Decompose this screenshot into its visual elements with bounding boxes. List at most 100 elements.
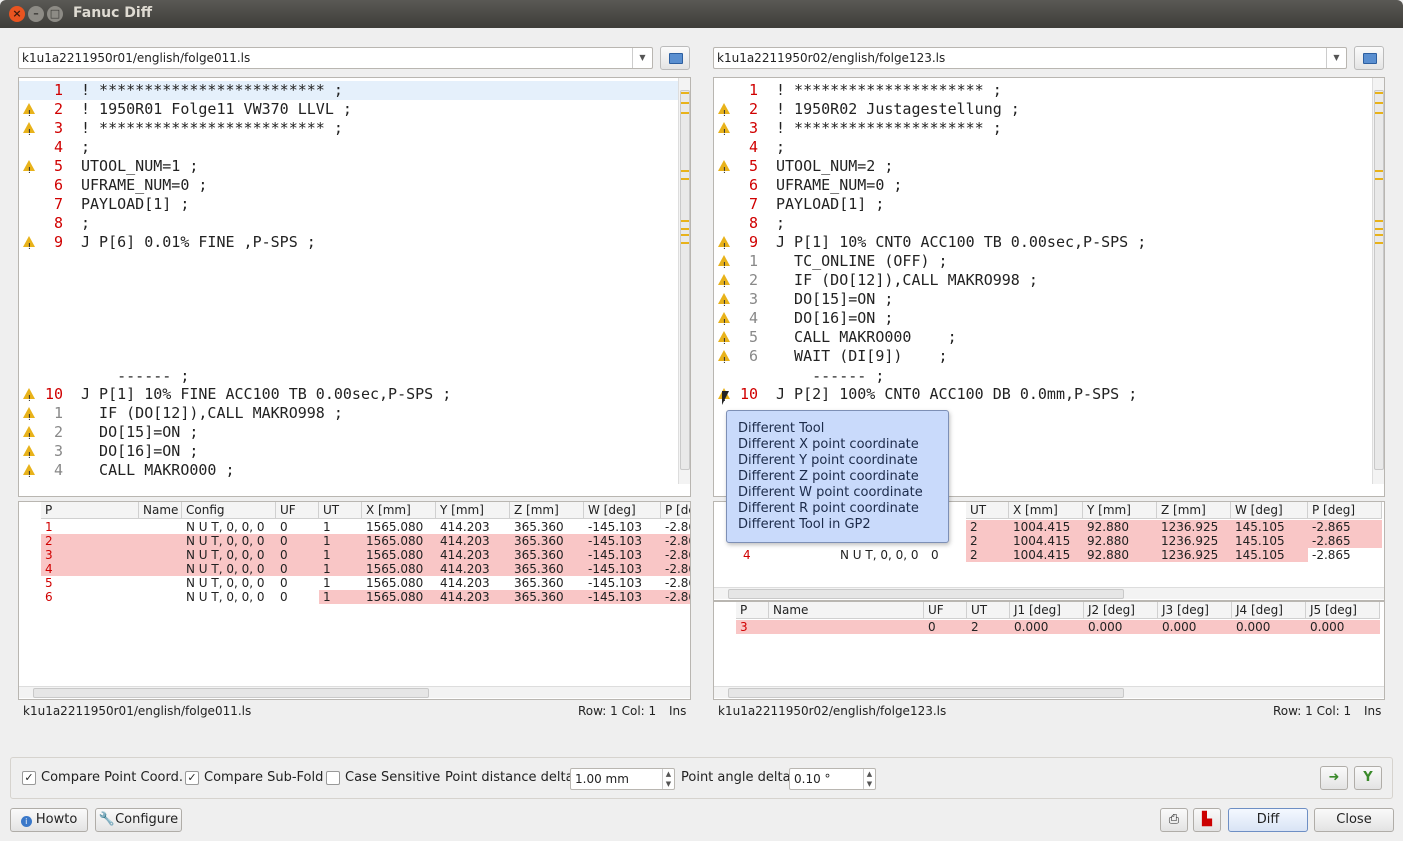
table-header[interactable]: Z [mm] (1157, 502, 1231, 519)
right-status-position: Row: 1 Col: 1 (1273, 704, 1352, 718)
table-cell: -2.865 (665, 520, 690, 534)
howto-button[interactable]: i Howto (10, 808, 88, 832)
right-open-file-button[interactable] (1354, 46, 1384, 70)
diff-marker (1375, 228, 1383, 230)
table-header[interactable]: P [deg] (1308, 502, 1382, 519)
table-header[interactable]: Config (182, 502, 276, 519)
scrollbar-thumb[interactable] (728, 688, 1124, 698)
table-cell: 0 (276, 548, 319, 562)
table-cell: N U T, 0, 0, 0 (186, 590, 265, 604)
horizontal-scrollbar[interactable] (714, 587, 1384, 599)
line-number: 6 (53, 176, 63, 194)
table-header[interactable]: J3 [deg] (1158, 602, 1232, 619)
table-header[interactable]: Name (769, 602, 924, 619)
line-number: 8 (748, 214, 758, 232)
tooltip-line: Different Tool (738, 421, 825, 436)
table-header[interactable]: X [mm] (362, 502, 436, 519)
left-file-combo[interactable]: k1u1a2211950r01/english/folge011.ls ▼ (18, 47, 653, 69)
angle-delta-label: Point angle delta (681, 770, 791, 785)
left-code-editor[interactable]: 1 ! ************************* ; 2 ! 1950R01… (18, 77, 691, 497)
line-number: 4 (748, 138, 758, 156)
compare-point-checkbox[interactable]: ✓ (22, 771, 36, 785)
diff-button[interactable]: Diff (1228, 808, 1308, 832)
table-cell: 365.360 (514, 576, 564, 590)
scrollbar-thumb[interactable] (1374, 90, 1384, 470)
maximize-window-icon[interactable]: □ (47, 6, 63, 22)
table-cell: 0 (276, 562, 319, 576)
table-header[interactable]: J5 [deg] (1306, 602, 1380, 619)
table-header[interactable]: UT (319, 502, 362, 519)
case-sensitive-checkbox[interactable] (326, 771, 340, 785)
code-text: J P[1] 10% FINE ACC100 TB 0.00sec,P-SPS … (81, 385, 452, 404)
close-window-icon[interactable]: × (9, 6, 25, 22)
close-button[interactable]: Close (1314, 808, 1394, 832)
table-cell: N U T, 0, 0, 0 (182, 548, 276, 562)
table-cell: -145.103 (584, 562, 661, 576)
table-header[interactable]: Z [mm] (510, 502, 584, 519)
chevron-down-icon[interactable]: ▼ (632, 48, 652, 68)
table-cell: 2 (967, 620, 1010, 634)
distance-delta-value: 1.00 mm (575, 772, 629, 786)
horizontal-scrollbar[interactable] (19, 686, 690, 698)
left-points-table[interactable]: P Name Config UF UT X [mm] Y [mm] Z [mm] W [deg]… (18, 501, 691, 700)
print-button[interactable]: ⎙ (1160, 808, 1188, 832)
table-header[interactable]: UT (967, 602, 1010, 619)
code-text: J P[6] 0.01% FINE ,P-SPS ; (81, 233, 316, 252)
code-text: DO[16]=ON ; (81, 442, 199, 461)
merge-both-button[interactable]: Y (1354, 766, 1382, 790)
table-header[interactable]: J1 [deg] (1010, 602, 1084, 619)
code-line: 4 DO[16]=ON ; (714, 309, 1384, 332)
table-header[interactable]: J4 [deg] (1232, 602, 1306, 619)
scrollbar-thumb[interactable] (33, 688, 429, 698)
spin-arrows-icon[interactable]: ▲ ▼ (662, 769, 674, 789)
table-header[interactable]: Name (139, 502, 182, 519)
table-header[interactable]: Y [mm] (436, 502, 510, 519)
table-header[interactable]: P (736, 602, 769, 619)
table-header[interactable]: J2 [deg] (1084, 602, 1158, 619)
spin-arrows-icon[interactable]: ▲ ▼ (863, 769, 875, 789)
warning-icon (23, 388, 35, 408)
table-cell: 0.000 (1306, 620, 1380, 634)
merge-right-button[interactable]: ➜ (1320, 766, 1348, 790)
howto-label: Howto (35, 812, 78, 827)
vertical-scrollbar[interactable] (1372, 78, 1384, 484)
chevron-down-icon[interactable]: ▼ (1326, 48, 1346, 68)
table-cell: 1004.415 (1009, 548, 1083, 562)
table-header[interactable]: W [deg] (584, 502, 661, 519)
diff-marker (1375, 102, 1383, 104)
code-text: WAIT (DI[9]) ; (776, 347, 948, 366)
tooltip-line: Different Y point coordinate (738, 453, 918, 468)
code-text: UTOOL_NUM=2 ; (776, 157, 894, 176)
minimize-window-icon[interactable]: – (28, 6, 44, 22)
distance-delta-spinbox[interactable]: 1.00 mm ▲ ▼ (570, 768, 675, 790)
pdf-export-button[interactable]: ▙ (1193, 808, 1221, 832)
table-header[interactable]: P [deg] (661, 502, 690, 519)
diff-marker (1375, 170, 1383, 172)
table-header[interactable]: X [mm] (1009, 502, 1083, 519)
code-text: CALL MAKRO000 ; (81, 461, 235, 480)
configure-button[interactable]: 🔧Configure (95, 808, 182, 832)
code-line: 2 ! 1950R02 Justagestellung ; (714, 100, 1384, 123)
table-header[interactable]: UF (924, 602, 967, 619)
table-cell: 414.203 (440, 520, 490, 534)
scrollbar-thumb[interactable] (728, 589, 1124, 599)
code-line: 9 J P[1] 10% CNT0 ACC100 TB 0.00sec,P-SPS… (714, 233, 1384, 256)
right-joints-table[interactable]: P Name UF UT J1 [deg] J2 [deg] J3 [deg] J4 [deg… (713, 601, 1385, 700)
table-header[interactable]: P (41, 502, 139, 519)
table-cell: -145.103 (588, 576, 642, 590)
angle-delta-spinbox[interactable]: 0.10 ° ▲ ▼ (789, 768, 876, 790)
scrollbar-thumb[interactable] (680, 90, 690, 470)
table-header[interactable]: Y [mm] (1083, 502, 1157, 519)
vertical-scrollbar[interactable] (678, 78, 690, 484)
table-header[interactable]: UF (276, 502, 319, 519)
left-open-file-button[interactable] (660, 46, 690, 70)
right-file-combo[interactable]: k1u1a2211950r02/english/folge123.ls ▼ (713, 47, 1347, 69)
table-header[interactable]: UT (966, 502, 1009, 519)
compare-sub-checkbox[interactable]: ✓ (185, 771, 199, 785)
code-text: CALL MAKRO000 ; (776, 328, 957, 347)
table-header[interactable]: W [deg] (1231, 502, 1308, 519)
table-cell: 0 (924, 620, 967, 634)
horizontal-scrollbar[interactable] (714, 686, 1384, 698)
warning-icon (23, 426, 35, 446)
table-cell: 0 (280, 520, 288, 534)
